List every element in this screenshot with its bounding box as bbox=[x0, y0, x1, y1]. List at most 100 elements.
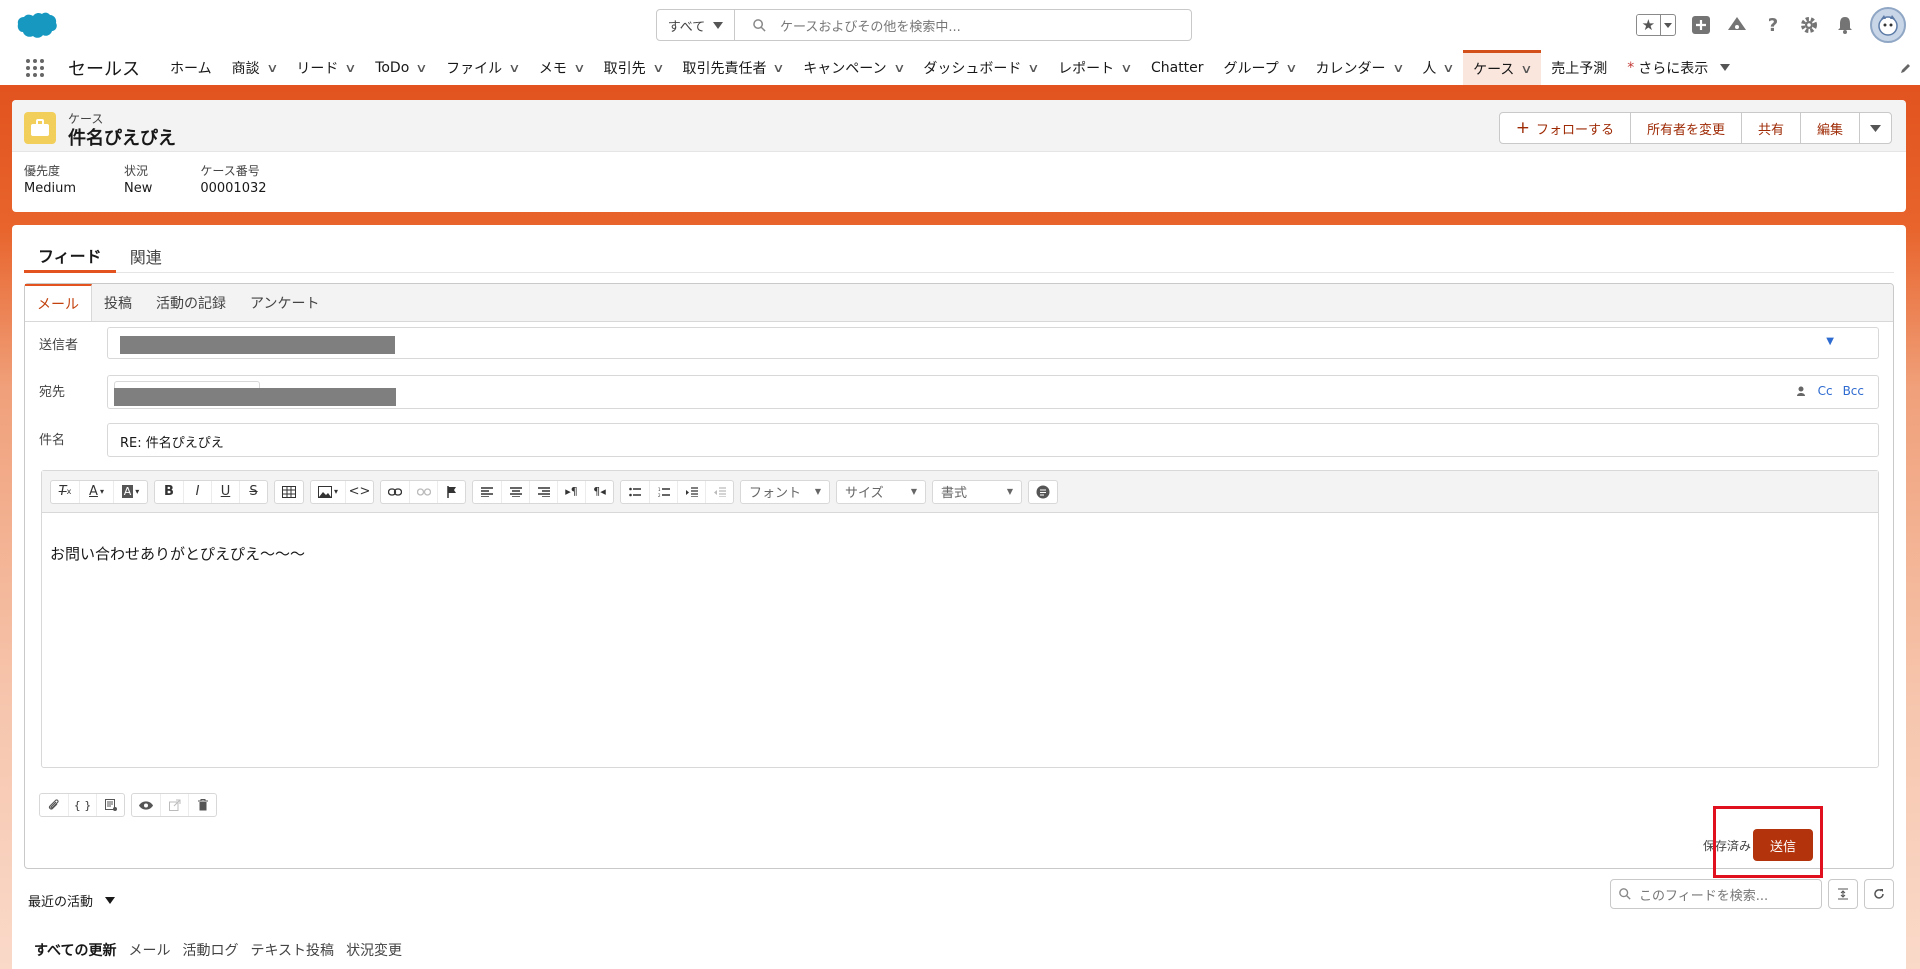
chevron-down-icon[interactable]: ∨ bbox=[1443, 61, 1455, 75]
chevron-down-icon[interactable]: ∨ bbox=[1285, 61, 1297, 75]
nav-item-groups[interactable]: グループ ∨ bbox=[1214, 50, 1306, 85]
bold-icon[interactable]: B bbox=[155, 481, 183, 503]
chevron-down-icon[interactable]: ∨ bbox=[773, 61, 785, 75]
send-button[interactable]: 送信 bbox=[1753, 829, 1813, 861]
strikethrough-icon[interactable]: S bbox=[239, 480, 267, 503]
table-icon[interactable] bbox=[275, 481, 303, 503]
favorites-list-icon[interactable] bbox=[1659, 15, 1675, 35]
change-owner-button[interactable]: 所有者を変更 bbox=[1629, 113, 1741, 143]
preview-eye-icon[interactable] bbox=[132, 794, 160, 816]
favorites-group[interactable]: ★ bbox=[1636, 14, 1676, 36]
chevron-down-icon[interactable]: ∨ bbox=[1392, 61, 1404, 75]
chevron-down-icon[interactable]: ∨ bbox=[416, 61, 428, 75]
filter-email[interactable]: メール bbox=[128, 940, 170, 960]
nav-item-todo[interactable]: ToDo ∨ bbox=[365, 50, 436, 85]
ltr-icon[interactable]: ▸¶ bbox=[557, 480, 585, 503]
tab-post[interactable]: 投稿 bbox=[92, 284, 144, 321]
unlink-icon[interactable] bbox=[409, 480, 437, 503]
font-select[interactable]: フォント ▼ bbox=[740, 479, 830, 504]
collapse-feed-button[interactable] bbox=[1828, 879, 1858, 909]
background-color-icon[interactable]: A ▾ bbox=[113, 480, 147, 503]
chevron-down-icon[interactable]: ∨ bbox=[345, 61, 357, 75]
italic-icon[interactable]: I bbox=[183, 480, 211, 503]
more-actions-button[interactable] bbox=[1859, 113, 1891, 143]
nav-item-forecasts[interactable]: 売上予測 bbox=[1541, 50, 1617, 85]
nav-item-reports[interactable]: レポート ∨ bbox=[1048, 50, 1141, 85]
search-scope-select[interactable]: すべて bbox=[657, 10, 735, 40]
indent-icon[interactable] bbox=[677, 480, 705, 503]
favorites-star-icon[interactable]: ★ bbox=[1637, 15, 1660, 35]
format-select[interactable]: 書式 ▼ bbox=[932, 479, 1022, 504]
filter-activity-log[interactable]: 活動ログ bbox=[182, 940, 238, 960]
salesforce-logo[interactable] bbox=[16, 10, 58, 40]
merge-field-icon[interactable]: { } bbox=[68, 794, 96, 816]
refresh-feed-button[interactable] bbox=[1864, 879, 1894, 909]
underline-icon[interactable]: U bbox=[211, 480, 239, 503]
tab-survey[interactable]: アンケート bbox=[238, 284, 331, 321]
nav-item-notes[interactable]: メモ ∨ bbox=[529, 50, 594, 85]
outdent-icon[interactable] bbox=[705, 480, 733, 503]
edit-nav-pencil-icon[interactable] bbox=[1900, 62, 1912, 78]
help-icon[interactable]: ? bbox=[1762, 14, 1784, 36]
clear-format-icon[interactable]: Tx bbox=[51, 481, 79, 503]
trailhead-icon[interactable] bbox=[1726, 14, 1748, 36]
recent-activity-sort[interactable]: 最近の活動 bbox=[28, 891, 116, 910]
add-icon[interactable] bbox=[1690, 14, 1712, 36]
nav-item-cases[interactable]: ケース ∨ bbox=[1463, 50, 1542, 85]
nav-item-calendar[interactable]: カレンダー ∨ bbox=[1306, 50, 1413, 85]
nav-item-campaigns[interactable]: キャンペーン ∨ bbox=[793, 50, 913, 85]
edit-button[interactable]: 編集 bbox=[1799, 113, 1859, 143]
filter-status-change[interactable]: 状況変更 bbox=[346, 940, 402, 960]
tab-related[interactable]: 関連 bbox=[116, 239, 176, 273]
add-recipient-icon[interactable] bbox=[1796, 385, 1808, 397]
chevron-down-icon[interactable]: ∨ bbox=[508, 61, 520, 75]
share-button[interactable]: 共有 bbox=[1740, 113, 1800, 143]
from-select[interactable]: ▼ bbox=[107, 327, 1879, 359]
nav-item-home[interactable]: ホーム bbox=[160, 50, 222, 85]
global-search[interactable]: すべて ケースおよびその他を検索中... bbox=[656, 9, 1192, 41]
bullet-list-icon[interactable] bbox=[621, 481, 649, 503]
chevron-down-icon[interactable]: ∨ bbox=[573, 61, 585, 75]
chevron-down-icon[interactable]: ∨ bbox=[266, 61, 278, 75]
align-right-icon[interactable] bbox=[529, 480, 557, 503]
nav-item-files[interactable]: ファイル ∨ bbox=[436, 50, 529, 85]
bcc-link[interactable]: Bcc bbox=[1843, 384, 1864, 398]
chevron-down-icon[interactable]: ∨ bbox=[893, 61, 905, 75]
align-center-icon[interactable] bbox=[501, 480, 529, 503]
cc-link[interactable]: Cc bbox=[1818, 384, 1833, 398]
to-field[interactable]: Cc Bcc bbox=[107, 375, 1879, 409]
email-body[interactable]: お問い合わせありがとぴえぴえ～～～ bbox=[42, 513, 1878, 594]
image-icon[interactable]: ▾ bbox=[311, 481, 345, 503]
feed-search-input[interactable]: このフィードを検索... bbox=[1610, 879, 1822, 909]
follow-button[interactable]: + フォローする bbox=[1500, 113, 1630, 143]
tab-email[interactable]: メール bbox=[25, 284, 92, 321]
align-left-icon[interactable] bbox=[473, 481, 501, 503]
notifications-bell-icon[interactable] bbox=[1834, 14, 1856, 36]
chevron-down-icon[interactable]: ∨ bbox=[1028, 61, 1040, 75]
text-color-icon[interactable]: A ▾ bbox=[79, 480, 113, 503]
rtl-icon[interactable]: ¶◂ bbox=[585, 480, 613, 503]
attachment-paperclip-icon[interactable] bbox=[40, 794, 68, 816]
nav-item-people[interactable]: 人 ∨ bbox=[1412, 50, 1463, 85]
nav-item-more[interactable]: * さらに表示 bbox=[1617, 50, 1740, 85]
chevron-down-icon[interactable]: ∨ bbox=[1120, 61, 1132, 75]
chevron-down-icon[interactable]: ∨ bbox=[652, 61, 664, 75]
search-input[interactable]: ケースおよびその他を検索中... bbox=[735, 16, 1191, 35]
pop-out-icon[interactable] bbox=[160, 794, 188, 816]
chevron-down-icon[interactable]: ∨ bbox=[1521, 62, 1533, 76]
nav-item-leads[interactable]: リード ∨ bbox=[286, 50, 365, 85]
app-launcher-icon[interactable] bbox=[12, 50, 58, 85]
code-icon[interactable]: <> bbox=[345, 480, 373, 503]
tab-feed[interactable]: フィード bbox=[24, 239, 116, 273]
avatar[interactable] bbox=[1870, 7, 1906, 43]
quick-text-icon[interactable] bbox=[1029, 481, 1057, 503]
flag-icon[interactable] bbox=[437, 480, 465, 503]
setup-gear-icon[interactable] bbox=[1798, 14, 1820, 36]
filter-all-updates[interactable]: すべての更新 bbox=[34, 940, 116, 960]
template-icon[interactable] bbox=[96, 794, 124, 816]
subject-input[interactable]: RE: 件名ぴえぴえ bbox=[107, 423, 1879, 457]
link-icon[interactable] bbox=[381, 481, 409, 503]
delete-trash-icon[interactable] bbox=[188, 794, 216, 816]
size-select[interactable]: サイズ ▼ bbox=[836, 479, 926, 504]
nav-item-chatter[interactable]: Chatter bbox=[1141, 50, 1214, 85]
